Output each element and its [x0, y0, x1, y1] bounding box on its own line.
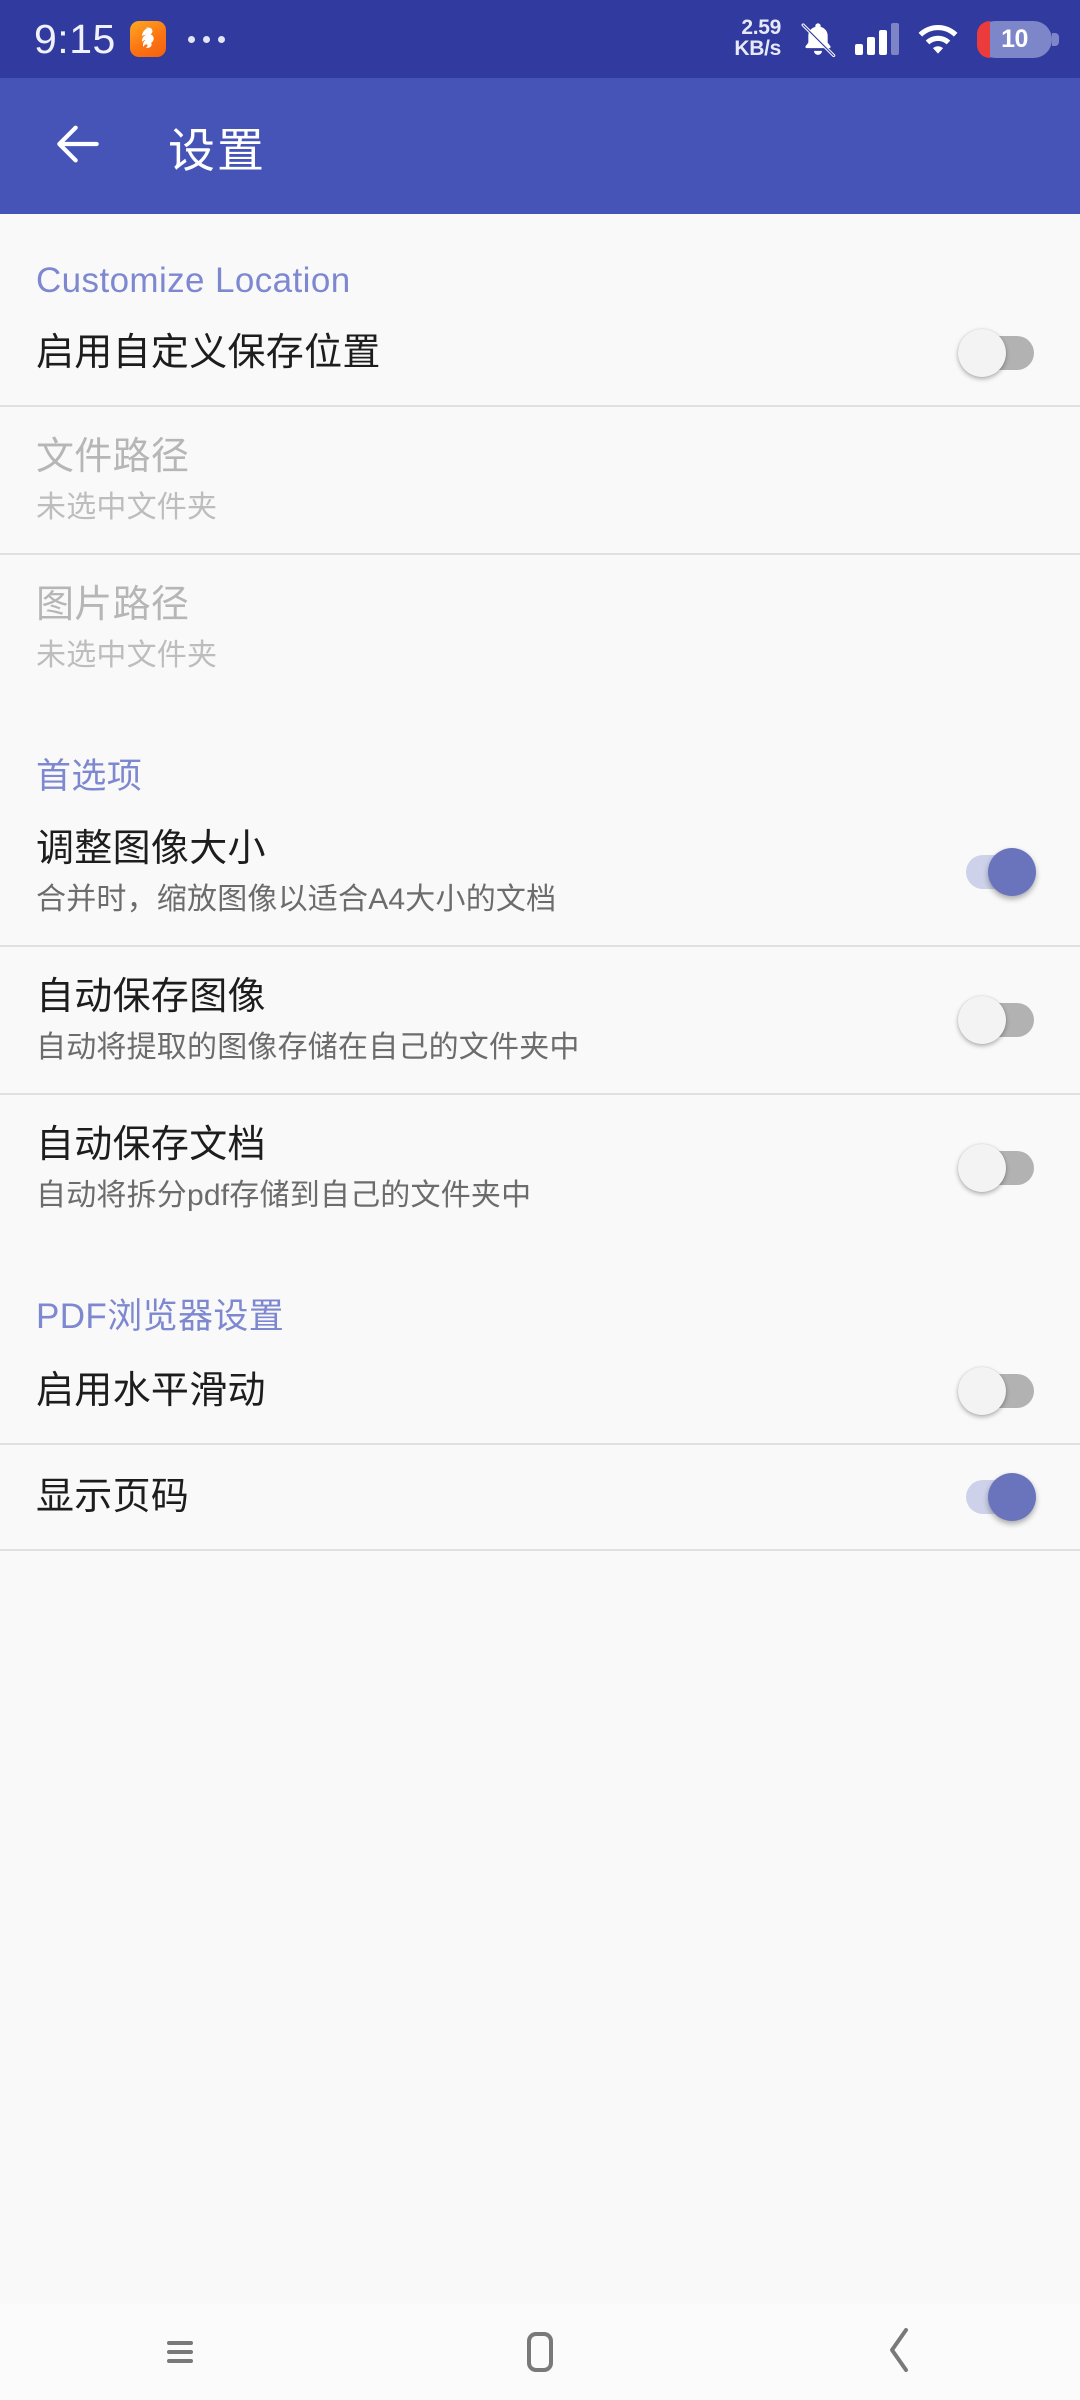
- setting-row-enable-custom-save-location[interactable]: 启用自定义保存位置: [0, 301, 1080, 405]
- setting-row-resize-image[interactable]: 调整图像大小 合并时，缩放图像以适合A4大小的文档: [0, 799, 1080, 945]
- row-title: 显示页码: [36, 1475, 190, 1518]
- toggle-enable-horizontal-swipe[interactable]: [958, 1367, 1036, 1415]
- row-title: 文件路径: [36, 435, 190, 478]
- row-texts: 调整图像大小 合并时，缩放图像以适合A4大小的文档: [36, 826, 958, 919]
- back-chevron-icon: [883, 2326, 917, 2379]
- row-texts: 启用水平滑动: [36, 1368, 958, 1414]
- row-texts: 图片路径 未选中文件夹: [36, 582, 1042, 675]
- toggle-show-page-number[interactable]: [958, 1473, 1036, 1521]
- section-customize-location: Customize Location 启用自定义保存位置 文件路径 未选中文件夹: [0, 214, 1080, 701]
- row-subtitle: 未选中文件夹: [36, 490, 218, 524]
- setting-row-enable-horizontal-swipe[interactable]: 启用水平滑动: [0, 1339, 1080, 1443]
- row-subtitle: 自动将拆分pdf存储到自己的文件夹中: [36, 1178, 532, 1212]
- uc-browser-icon: [129, 21, 166, 57]
- row-texts: 启用自定义保存位置: [36, 330, 958, 376]
- system-back-button[interactable]: [720, 2304, 1080, 2400]
- toggle-thumb: [958, 1144, 1006, 1192]
- setting-row-show-page-number[interactable]: 显示页码: [0, 1445, 1080, 1549]
- settings-list[interactable]: Customize Location 启用自定义保存位置 文件路径 未选中文件夹: [0, 214, 1080, 2304]
- row-title: 自动保存图像: [36, 975, 266, 1018]
- row-title: 自动保存文档: [36, 1123, 266, 1166]
- cellular-signal-icon: [855, 23, 899, 55]
- more-dots-icon: [187, 35, 225, 43]
- toggle-thumb: [958, 1367, 1006, 1415]
- section-header: PDF浏览器设置: [36, 1297, 285, 1336]
- status-bar-right: 2.59 KB/s 10: [734, 18, 1059, 59]
- status-bar: 9:15 2.59 KB/s 10: [0, 0, 1080, 78]
- toggle-thumb: [958, 996, 1006, 1044]
- toggle-enable-custom-save-location[interactable]: [958, 329, 1036, 377]
- toggle-thumb: [988, 848, 1036, 896]
- arrow-left-icon: [50, 116, 106, 177]
- status-clock: 9:15: [34, 15, 116, 62]
- setting-row-file-path[interactable]: 文件路径 未选中文件夹: [0, 407, 1080, 553]
- bell-muted-icon: [798, 19, 838, 59]
- row-title: 启用自定义保存位置: [36, 331, 381, 374]
- back-button[interactable]: [42, 110, 114, 182]
- row-title: 调整图像大小: [36, 827, 266, 870]
- toggle-auto-save-document[interactable]: [958, 1144, 1036, 1192]
- system-navigation-bar: [0, 2304, 1080, 2400]
- home-icon: [527, 2332, 553, 2372]
- battery-icon: 10: [977, 20, 1059, 58]
- network-speed-value: 2.59: [741, 16, 781, 40]
- row-texts: 显示页码: [36, 1474, 958, 1520]
- setting-row-auto-save-image[interactable]: 自动保存图像 自动将提取的图像存储在自己的文件夹中: [0, 947, 1080, 1093]
- app-bar: 设置: [0, 78, 1080, 214]
- recents-button[interactable]: [0, 2304, 360, 2400]
- battery-level-label: 10: [1001, 24, 1028, 53]
- toggle-thumb: [988, 1473, 1036, 1521]
- section-header: Customize Location: [36, 261, 351, 300]
- section-pdf-viewer-settings: PDF浏览器设置 启用水平滑动 显示页码: [0, 1241, 1080, 1551]
- divider: [0, 1549, 1080, 1551]
- toggle-resize-image[interactable]: [958, 848, 1036, 896]
- recents-icon: [167, 2336, 193, 2368]
- setting-row-image-path[interactable]: 图片路径 未选中文件夹: [0, 555, 1080, 701]
- row-texts: 自动保存文档 自动将拆分pdf存储到自己的文件夹中: [36, 1122, 958, 1215]
- toggle-auto-save-image[interactable]: [958, 996, 1036, 1044]
- network-speed-unit: KB/s: [734, 37, 781, 60]
- status-bar-left: 9:15: [34, 15, 225, 62]
- section-header: 首选项: [36, 757, 143, 796]
- row-subtitle: 自动将提取的图像存储在自己的文件夹中: [36, 1030, 580, 1064]
- row-title: 图片路径: [36, 583, 190, 626]
- wifi-icon: [916, 21, 960, 57]
- section-preferences: 首选项 调整图像大小 合并时，缩放图像以适合A4大小的文档 自动保存图像 自动将…: [0, 701, 1080, 1241]
- page-title: 设置: [168, 123, 266, 177]
- toggle-thumb: [958, 329, 1006, 377]
- phone-screen: 9:15 2.59 KB/s 10 设置 Customize Location …: [0, 0, 1080, 2400]
- network-speed-indicator: 2.59 KB/s: [734, 18, 781, 59]
- home-button[interactable]: [360, 2304, 720, 2400]
- setting-row-auto-save-document[interactable]: 自动保存文档 自动将拆分pdf存储到自己的文件夹中: [0, 1095, 1080, 1241]
- row-subtitle: 合并时，缩放图像以适合A4大小的文档: [36, 882, 557, 916]
- row-subtitle: 未选中文件夹: [36, 638, 218, 672]
- row-texts: 文件路径 未选中文件夹: [36, 434, 1042, 527]
- row-texts: 自动保存图像 自动将提取的图像存储在自己的文件夹中: [36, 974, 958, 1067]
- row-title: 启用水平滑动: [36, 1369, 266, 1412]
